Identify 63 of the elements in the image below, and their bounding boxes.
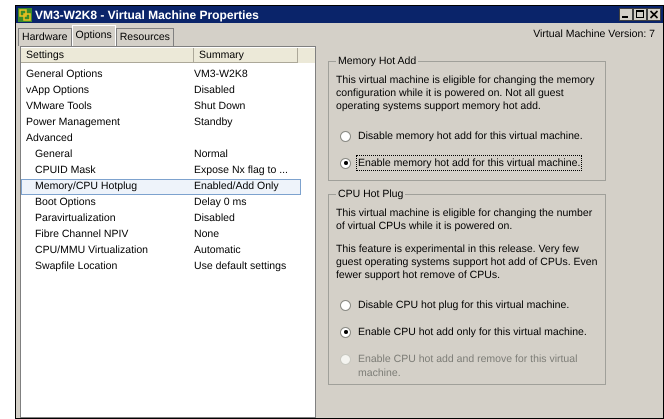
radio-button[interactable] bbox=[340, 326, 351, 338]
tab[interactable]: Hardware bbox=[18, 28, 72, 46]
settings-row[interactable]: CPU/MMU Virtualization Automatic bbox=[21, 243, 301, 259]
settings-row[interactable]: Boot Options Delay 0 ms bbox=[21, 195, 301, 211]
setting-summary: Delay 0 ms bbox=[194, 195, 247, 210]
settings-row[interactable]: Power Management Standby bbox=[21, 115, 301, 131]
setting-summary: Shut Down bbox=[194, 99, 246, 114]
group-title: Memory Hot Add bbox=[337, 54, 418, 69]
column-header[interactable]: Settings bbox=[21, 48, 194, 63]
settings-row[interactable]: Swapfile Location Use default settings bbox=[21, 259, 301, 275]
setting-name: Boot Options bbox=[34, 195, 97, 210]
radio-label: Enable memory hot add for this virtual machine. bbox=[357, 156, 582, 170]
setting-name: CPUID Mask bbox=[34, 163, 97, 178]
radio-label: Disable memory hot add for this virtual machine. bbox=[357, 128, 584, 143]
setting-name: CPU/MMU Virtualization bbox=[34, 243, 150, 258]
setting-summary: Disabled bbox=[194, 83, 235, 98]
version-label: Virtual Machine Version: 7 bbox=[533, 26, 655, 42]
settings-row[interactable]: General Options VM3-W2K8 bbox=[21, 67, 301, 83]
tab[interactable]: Options bbox=[72, 25, 116, 46]
settings-row[interactable]: Paravirtualization Disabled bbox=[21, 211, 301, 227]
setting-name: Memory/CPU Hotplug bbox=[34, 179, 138, 194]
radio-button[interactable] bbox=[340, 130, 351, 142]
setting-summary: Use default settings bbox=[194, 259, 286, 274]
setting-summary: None bbox=[194, 227, 220, 242]
radio-label: Enable CPU hot add and remove for this virtual machine. bbox=[357, 352, 578, 380]
setting-summary: VM3-W2K8 bbox=[194, 67, 248, 82]
radio-label: Disable CPU hot plug for this virtual machine. bbox=[357, 298, 570, 312]
setting-name: Power Management bbox=[25, 115, 121, 130]
description-text: This virtual machine is eligible for changing the memory configuration while it is powered on. Not all guest operating systems support memory hot add. bbox=[336, 74, 596, 113]
column-header[interactable]: Summary bbox=[194, 48, 298, 63]
radio-label: Enable CPU hot add only for this virtual machine. bbox=[357, 324, 588, 338]
settings-row[interactable]: Fibre Channel NPIV None bbox=[21, 227, 301, 243]
settings-row[interactable]: CPUID Mask Expose Nx flag to ... bbox=[21, 163, 301, 179]
group-title: CPU Hot Plug bbox=[337, 186, 404, 202]
setting-name: Paravirtualization bbox=[34, 211, 117, 226]
setting-name: VMware Tools bbox=[25, 99, 93, 114]
settings-row[interactable]: Advanced bbox=[21, 131, 301, 147]
settings-row[interactable]: VMware Tools Shut Down bbox=[21, 99, 301, 115]
setting-summary: Normal bbox=[194, 147, 228, 162]
setting-name: General Options bbox=[25, 67, 104, 82]
radio-button[interactable] bbox=[340, 158, 351, 169]
setting-summary: Enabled/Add Only bbox=[194, 179, 279, 194]
maximize-icon[interactable] bbox=[633, 8, 647, 21]
setting-summary: Expose Nx flag to ... bbox=[194, 163, 288, 178]
settings-row[interactable]: General Normal bbox=[21, 147, 301, 163]
setting-summary: Standby bbox=[194, 115, 233, 130]
setting-name: Advanced bbox=[25, 131, 74, 146]
close-icon[interactable] bbox=[647, 8, 661, 21]
radio-button[interactable] bbox=[340, 300, 351, 310]
setting-name: General bbox=[34, 147, 74, 162]
description-text: This virtual machine is eligible for changing the number of virtual CPUs while it is powered on. bbox=[336, 206, 594, 232]
setting-summary: Automatic bbox=[194, 243, 241, 258]
settings-row[interactable]: vApp Options Disabled bbox=[21, 83, 301, 99]
tab[interactable]: Resources bbox=[116, 28, 174, 46]
setting-name: vApp Options bbox=[25, 83, 90, 98]
setting-summary: Disabled bbox=[194, 211, 235, 226]
settings-row[interactable]: Memory/CPU Hotplug Enabled/Add Only bbox=[21, 179, 301, 195]
minimize-icon[interactable] bbox=[619, 8, 633, 21]
setting-name: Swapfile Location bbox=[34, 259, 118, 274]
description-text: This feature is experimental in this release. Very few guest operating systems support hot add of CPUs. Even fewer support hot remove of CPUs. bbox=[336, 242, 598, 282]
window-title: VM3-W2K8 - Virtual Machine Properties bbox=[35, 6, 259, 24]
setting-name: Fibre Channel NPIV bbox=[34, 227, 130, 242]
app-icon bbox=[18, 8, 32, 22]
